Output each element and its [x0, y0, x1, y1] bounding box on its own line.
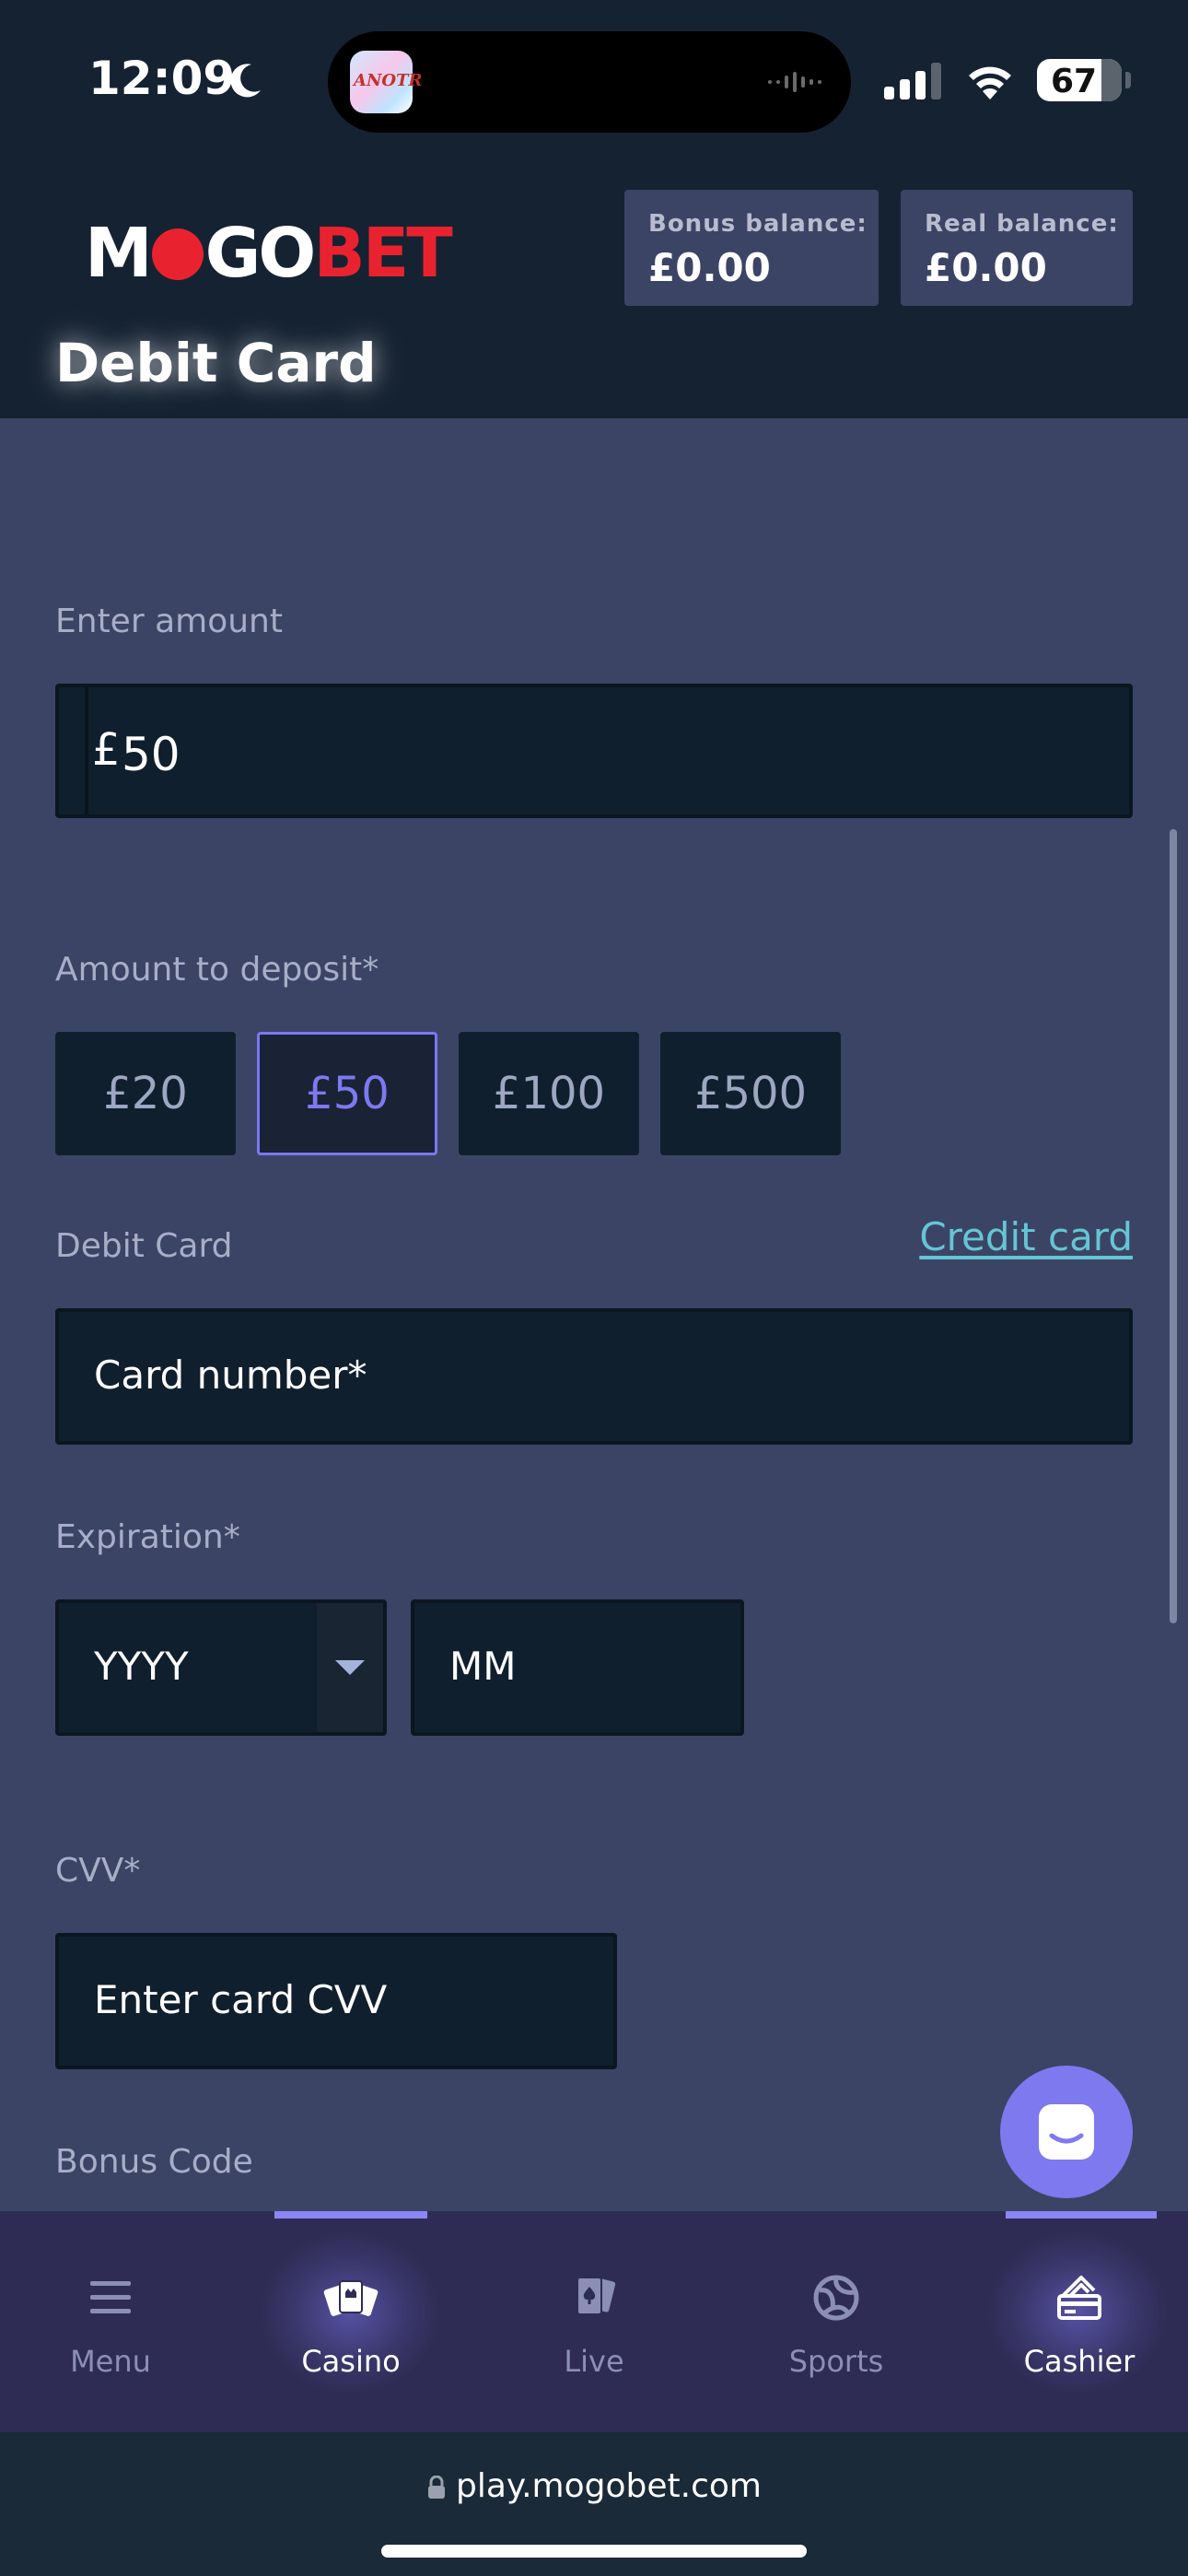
amount-value: 50: [122, 728, 181, 781]
logo-letter-g: G: [204, 214, 262, 293]
bonus-code-label: Bonus Code: [55, 2143, 253, 2181]
chat-button[interactable]: [1000, 2066, 1133, 2198]
real-balance-box[interactable]: Real balance: £0.00: [901, 190, 1133, 306]
cards-icon: [323, 2280, 379, 2316]
nav-item-sports[interactable]: Sports: [726, 2211, 947, 2432]
expiration-label: Expiration*: [55, 1518, 240, 1556]
battery-tip: [1125, 72, 1131, 88]
nav-label-menu: Menu: [70, 2344, 151, 2379]
cvv-placeholder: Enter card CVV: [94, 1977, 388, 2022]
chat-icon: [1039, 2104, 1094, 2160]
browser-address-bar: play.mogobet.com: [0, 2432, 1188, 2576]
nav-item-live[interactable]: Live: [483, 2211, 705, 2432]
wifi-icon: [969, 66, 1011, 100]
status-bar: 12:09 ANOTR 67: [0, 0, 1188, 166]
nav-label-casino: Casino: [301, 2344, 401, 2379]
nav-item-casino[interactable]: Casino: [240, 2211, 461, 2432]
nav-item-cashier[interactable]: Cashier: [969, 2211, 1188, 2432]
logo-o-circle: [151, 228, 204, 280]
amount-input[interactable]: £ 50: [55, 684, 1133, 818]
menu-icon: [90, 2281, 131, 2313]
chip-100[interactable]: £100: [459, 1032, 639, 1155]
chevron-down-icon[interactable]: [317, 1603, 383, 1732]
nav-label-sports: Sports: [788, 2344, 884, 2379]
nav-label-live: Live: [564, 2344, 624, 2379]
bonus-balance-value: £0.00: [648, 245, 771, 290]
audio-wave-icon: [768, 72, 821, 92]
battery-indicator: 67: [1037, 59, 1122, 101]
logo-letter-o: O: [258, 214, 316, 293]
card-number-input[interactable]: Card number*: [55, 1308, 1133, 1445]
bottom-nav: Menu Casino Live Sports Cashier: [0, 2211, 1188, 2432]
url-text: play.mogobet.com: [456, 2467, 762, 2505]
chip-50[interactable]: £50: [257, 1032, 437, 1155]
cvv-input[interactable]: Enter card CVV: [55, 1933, 617, 2069]
football-icon: [813, 2275, 859, 2321]
nav-item-menu[interactable]: Menu: [0, 2211, 221, 2432]
amount-prefix-bar: [59, 687, 88, 814]
lock-icon: [428, 2476, 446, 2499]
chip-20[interactable]: £20: [55, 1032, 236, 1155]
logo-letter-m: M: [85, 214, 153, 293]
chip-500[interactable]: £500: [660, 1032, 841, 1155]
island-app-icon: ANOTR: [350, 51, 422, 113]
url-field[interactable]: play.mogobet.com: [0, 2467, 1188, 2505]
island-app-text: ANOTR: [354, 71, 423, 90]
year-placeholder: YYYY: [94, 1644, 189, 1689]
cvv-label: CVV*: [55, 1852, 141, 1890]
real-balance-label: Real balance:: [925, 210, 1119, 238]
live-cards-icon: [577, 2277, 616, 2315]
cashier-icon: [1057, 2276, 1101, 2320]
debit-card-label: Debit Card: [55, 1227, 233, 1265]
mogobet-logo[interactable]: M GOBET: [85, 214, 453, 293]
expiry-year-select[interactable]: YYYY: [55, 1599, 387, 1736]
month-placeholder: MM: [449, 1644, 517, 1689]
home-indicator[interactable]: [381, 2545, 807, 2558]
nav-label-cashier: Cashier: [1023, 2344, 1136, 2379]
scrollbar[interactable]: [1170, 829, 1177, 1623]
dynamic-island: ANOTR: [328, 31, 851, 133]
credit-card-link[interactable]: Credit card: [919, 1214, 1133, 1259]
expiry-month-input[interactable]: MM: [411, 1599, 744, 1736]
bonus-balance-label: Bonus balance:: [648, 210, 868, 238]
card-number-placeholder: Card number*: [94, 1352, 367, 1398]
logo-bet: BET: [313, 214, 452, 293]
deposit-amount-label: Amount to deposit*: [55, 951, 379, 989]
currency-symbol: £: [92, 724, 121, 776]
page-title: Debit Card: [55, 332, 377, 394]
enter-amount-label: Enter amount: [55, 603, 283, 640]
cellular-signal-icon: [884, 63, 941, 100]
real-balance-value: £0.00: [925, 245, 1047, 290]
bonus-balance-box[interactable]: Bonus balance: £0.00: [624, 190, 879, 306]
battery-level: 67: [1050, 63, 1098, 100]
moon-icon: [230, 64, 261, 98]
status-time: 12:09: [88, 52, 236, 105]
